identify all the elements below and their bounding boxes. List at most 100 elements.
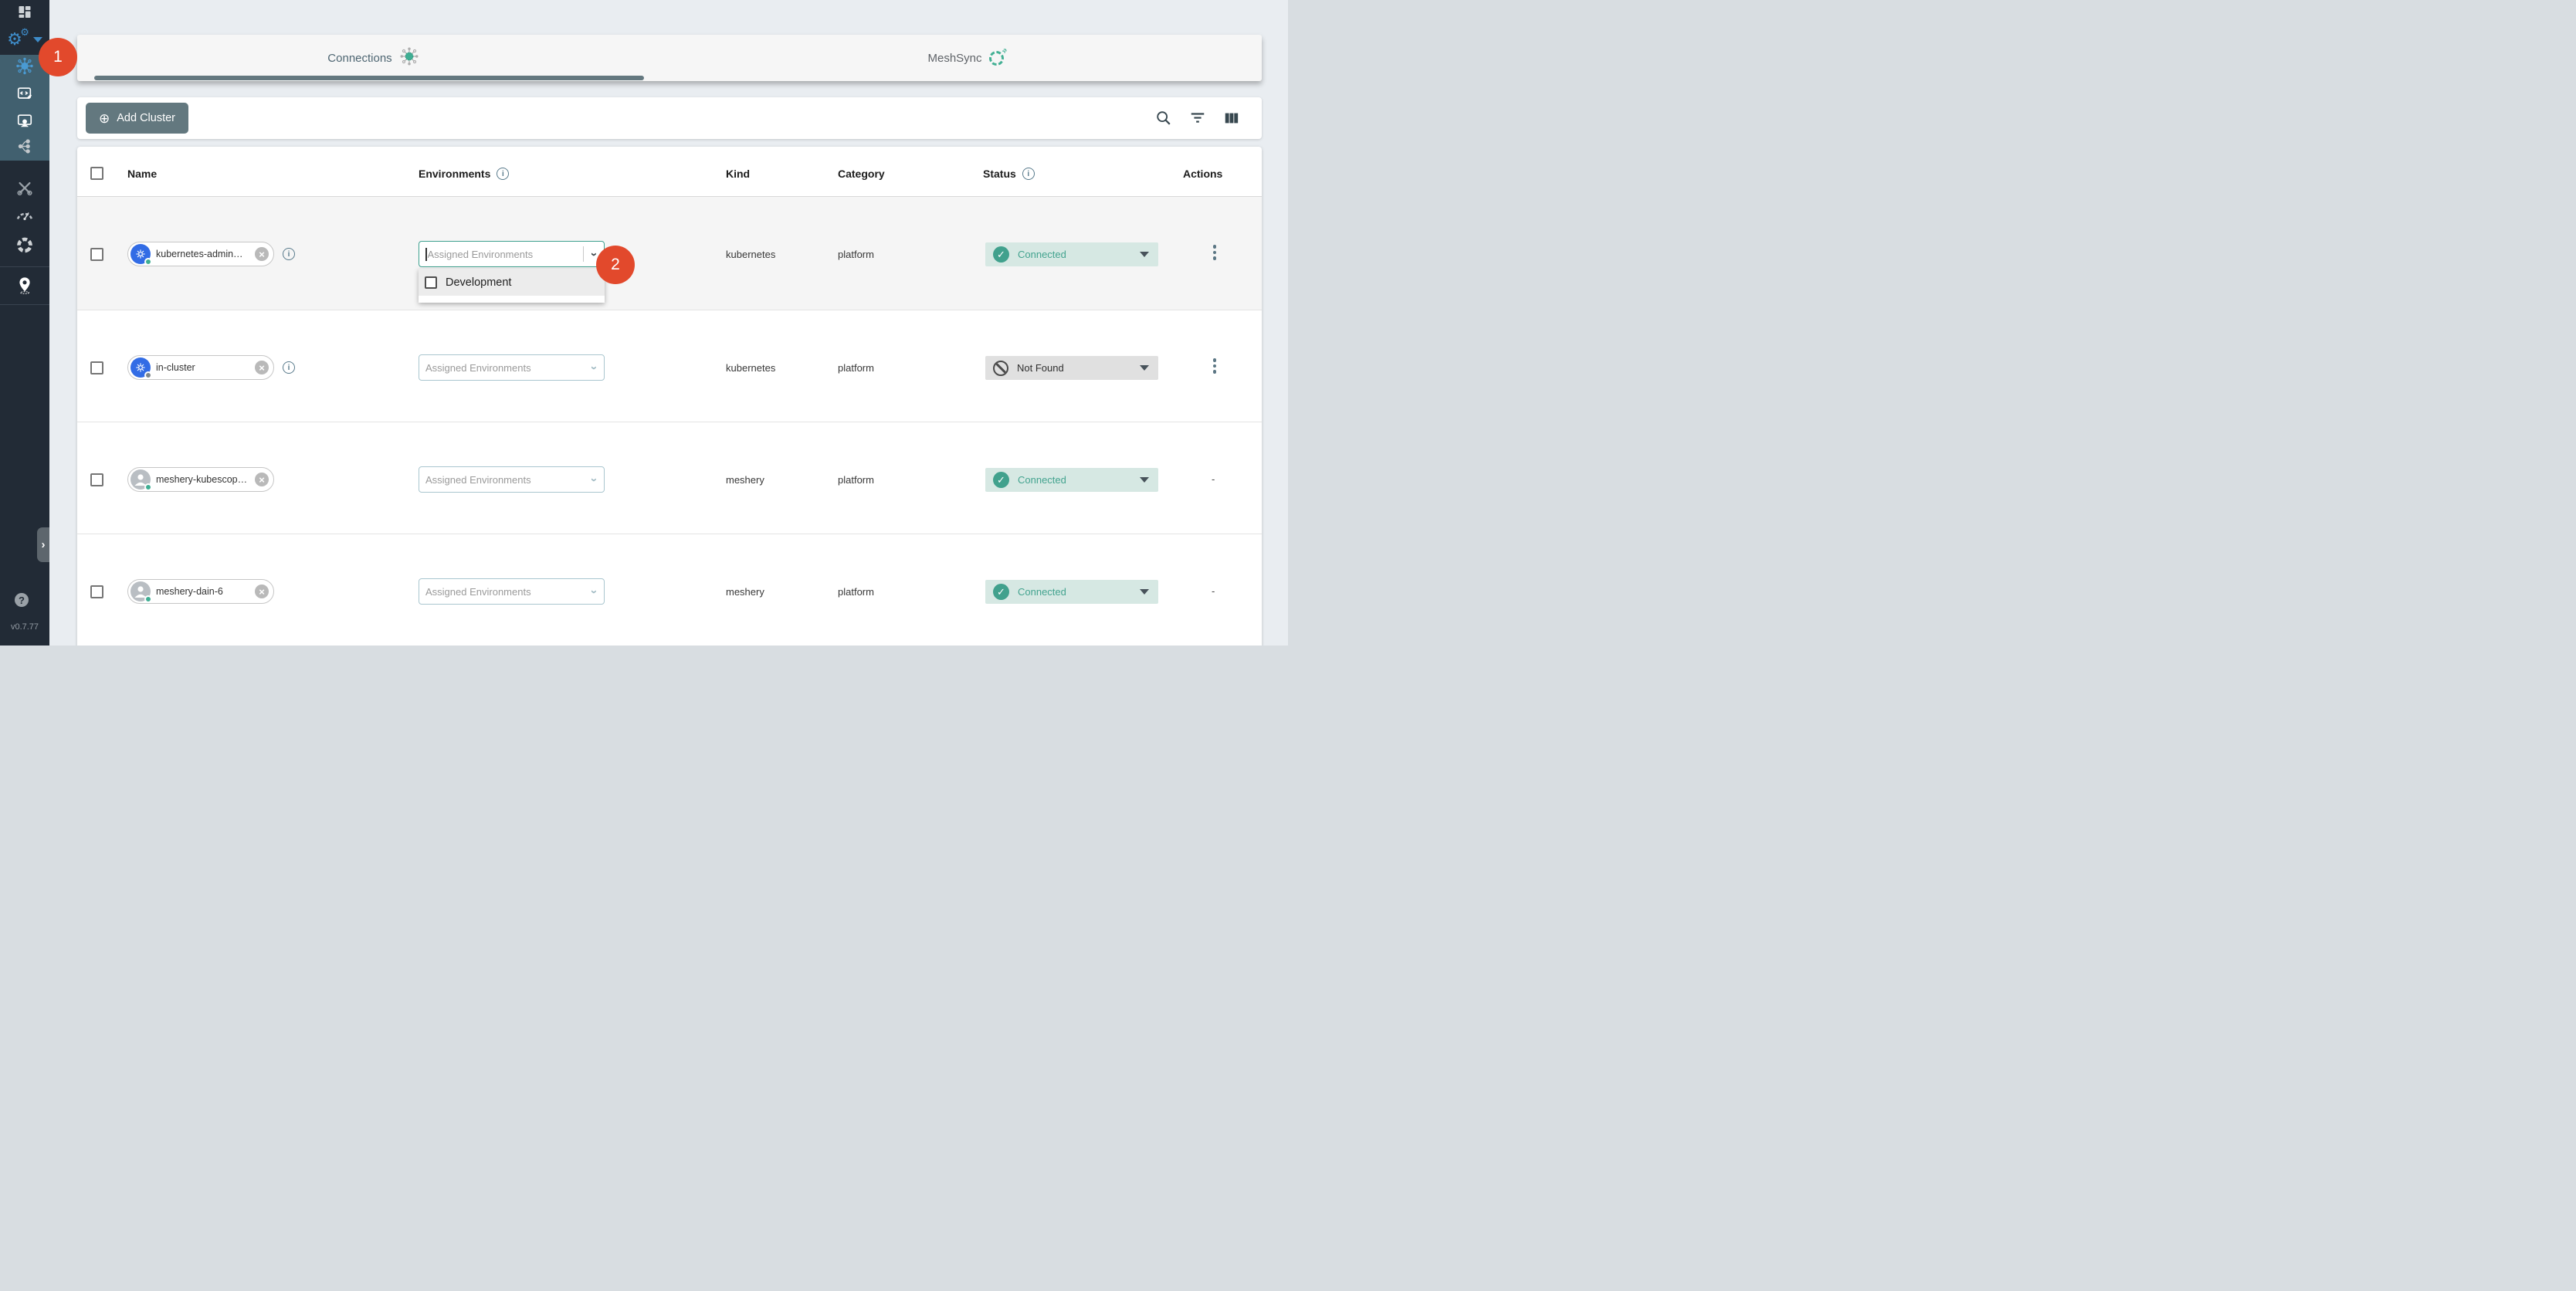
status-select[interactable]: ✓ Connected xyxy=(985,242,1158,266)
environments-select[interactable]: Assigned Environments › xyxy=(419,578,605,605)
environments-placeholder: Assigned Environments xyxy=(425,362,592,374)
caret-down-icon xyxy=(1140,365,1149,371)
select-divider xyxy=(583,246,584,262)
status-select[interactable]: Not Found xyxy=(985,356,1158,380)
connection-chip[interactable]: in-cluster × xyxy=(127,355,274,380)
branch-icon xyxy=(16,138,33,159)
not-found-icon xyxy=(993,361,1008,376)
column-header-kind[interactable]: Kind xyxy=(726,168,750,180)
table-row: meshery-kubescop… × Assigned Environment… xyxy=(77,422,1262,534)
connections-table: Name Environments i Kind Category Status… xyxy=(77,147,1262,646)
tab-connections-label: Connections xyxy=(327,52,391,65)
environments-select[interactable]: Assigned Environments › xyxy=(419,354,605,381)
column-header-category[interactable]: Category xyxy=(838,168,885,180)
remove-connection-icon[interactable]: × xyxy=(255,585,269,598)
remove-connection-icon[interactable]: × xyxy=(255,473,269,486)
gears-icon: ⚙⚙ xyxy=(7,31,22,48)
screen-user-icon xyxy=(16,113,33,134)
table-header: Name Environments i Kind Category Status… xyxy=(77,147,1262,197)
table-row: kubernetes-admin… × i Assigned Environme… xyxy=(77,197,1262,310)
location-pin-icon xyxy=(16,276,33,299)
sidebar-item-dashboard[interactable] xyxy=(0,5,49,24)
option-checkbox[interactable] xyxy=(425,276,437,289)
actions-menu-icon[interactable] xyxy=(1210,358,1219,374)
sidebar-item-designs[interactable] xyxy=(0,86,49,107)
kubernetes-icon xyxy=(130,244,151,264)
tab-connections[interactable]: Connections xyxy=(77,35,669,81)
connection-chip[interactable]: kubernetes-admin… × xyxy=(127,242,274,266)
info-icon[interactable]: i xyxy=(497,168,509,180)
environments-placeholder: Assigned Environments xyxy=(425,586,592,598)
add-cluster-button[interactable]: ⊕ Add Cluster xyxy=(86,103,188,134)
category-cell: platform xyxy=(838,474,874,486)
select-all-checkbox[interactable] xyxy=(90,167,103,180)
column-header-environments[interactable]: Environments i xyxy=(419,168,509,180)
kubernetes-icon xyxy=(130,357,151,378)
help-button[interactable]: ? xyxy=(15,593,29,607)
sidebar-item-getting-started[interactable] xyxy=(0,276,49,299)
check-circle-icon: ✓ xyxy=(993,472,1009,488)
remove-connection-icon[interactable]: × xyxy=(255,247,269,261)
chevron-down-icon[interactable]: › xyxy=(588,590,600,594)
connection-name: in-cluster xyxy=(151,362,255,373)
sidebar-item-performance[interactable] xyxy=(0,206,49,229)
filter-icon[interactable] xyxy=(1189,110,1206,127)
code-design-icon xyxy=(16,86,33,107)
chevron-down-icon[interactable]: › xyxy=(588,366,600,370)
sidebar-item-workspaces[interactable] xyxy=(0,138,49,159)
search-icon[interactable] xyxy=(1155,110,1172,127)
table-row: meshery-dain-6 × Assigned Environments ›… xyxy=(77,534,1262,646)
row-checkbox[interactable] xyxy=(90,361,103,374)
connection-info-icon[interactable]: i xyxy=(283,361,295,374)
chevron-down-icon[interactable]: › xyxy=(588,478,600,482)
remove-connection-icon[interactable]: × xyxy=(255,361,269,374)
status-select[interactable]: ✓ Connected xyxy=(985,580,1158,604)
category-cell: platform xyxy=(838,586,874,598)
column-header-actions: Actions xyxy=(1183,168,1222,180)
tab-meshsync[interactable]: MeshSync ›› xyxy=(669,35,1262,81)
small-gear-icon: ⚙ xyxy=(20,27,29,37)
column-header-status[interactable]: Status i xyxy=(983,168,1035,180)
connection-chip[interactable]: meshery-kubescop… × xyxy=(127,467,274,492)
no-actions-label: - xyxy=(1212,585,1215,597)
kind-cell: meshery xyxy=(726,474,764,486)
chevron-right-icon: › xyxy=(42,538,46,551)
status-label: Connected xyxy=(1018,474,1066,486)
tab-meshsync-label: MeshSync xyxy=(927,52,981,65)
status-select[interactable]: ✓ Connected xyxy=(985,468,1158,492)
status-label: Not Found xyxy=(1017,362,1064,374)
connection-chip[interactable]: meshery-dain-6 × xyxy=(127,579,274,604)
view-columns-icon[interactable] xyxy=(1223,110,1240,127)
actions-menu-icon[interactable] xyxy=(1210,245,1219,260)
connection-name: meshery-dain-6 xyxy=(151,586,255,597)
environment-option[interactable]: Development xyxy=(419,269,605,296)
caret-down-icon xyxy=(1140,252,1149,257)
row-checkbox[interactable] xyxy=(90,248,103,261)
check-circle-icon: ✓ xyxy=(993,246,1009,263)
meshery-app: ⚙⚙ xyxy=(0,0,1288,646)
environments-select[interactable]: Assigned Environments › xyxy=(419,241,605,267)
column-header-name[interactable]: Name xyxy=(127,168,157,180)
sidebar-item-toolkit[interactable] xyxy=(0,180,49,201)
tab-bar: Connections xyxy=(77,35,1262,81)
row-checkbox[interactable] xyxy=(90,585,103,598)
status-label: Connected xyxy=(1018,586,1066,598)
sidebar-item-environments[interactable] xyxy=(0,113,49,134)
kind-cell: kubernetes xyxy=(726,362,775,374)
user-avatar-icon xyxy=(130,581,151,601)
info-icon[interactable]: i xyxy=(1022,168,1035,180)
chevron-down-icon xyxy=(33,37,42,42)
status-dot xyxy=(144,371,152,379)
kind-cell: meshery xyxy=(726,586,764,598)
status-dot xyxy=(144,595,152,603)
tools-icon xyxy=(16,180,33,201)
text-cursor xyxy=(425,248,427,261)
row-checkbox[interactable] xyxy=(90,473,103,486)
table-row: in-cluster × i Assigned Environments › k… xyxy=(77,310,1262,422)
status-dot xyxy=(144,258,152,266)
connection-info-icon[interactable]: i xyxy=(283,248,295,260)
environments-dropdown: Development xyxy=(419,269,605,303)
environments-select[interactable]: Assigned Environments › xyxy=(419,466,605,493)
sidebar-item-adapters[interactable] xyxy=(0,236,49,259)
expand-sidebar-button[interactable]: › xyxy=(37,527,49,562)
